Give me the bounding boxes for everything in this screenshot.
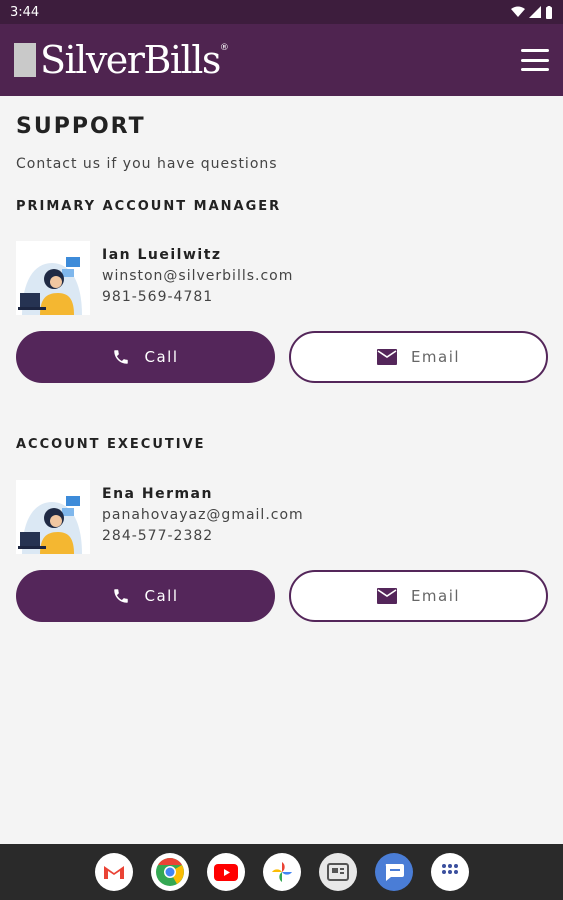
page-title: SUPPORT <box>16 114 146 139</box>
section-title-primary-account-manager: PRIMARY ACCOUNT MANAGER <box>16 199 282 214</box>
phone-icon <box>114 350 129 364</box>
chrome-icon[interactable] <box>150 853 189 891</box>
contact-card-primary-account-manager: Ian Lueilwitz winston@silverbills.com 98… <box>16 241 547 316</box>
contact-phone[interactable]: 981-569-4781 <box>102 289 293 305</box>
contact-info: Ian Lueilwitz winston@silverbills.com 98… <box>102 247 293 305</box>
photos-icon[interactable] <box>262 853 301 891</box>
logo-registered-mark: ® <box>219 43 229 53</box>
avatar <box>16 241 90 315</box>
contact-actions: Call Email <box>16 331 548 383</box>
logo-text: SilverBills <box>40 38 221 82</box>
mail-icon <box>376 588 397 604</box>
contact-email[interactable]: panahovayaz@gmail.com <box>102 507 304 523</box>
email-button[interactable]: Email <box>289 331 548 383</box>
news-icon[interactable] <box>318 853 357 891</box>
call-button-label: Call <box>144 348 179 366</box>
messages-icon[interactable] <box>374 853 413 891</box>
app-header: SilverBills ® <box>0 24 563 96</box>
support-page: SUPPORT Contact us if you have questions… <box>0 96 563 844</box>
email-button[interactable]: Email <box>289 570 548 622</box>
call-button[interactable]: Call <box>16 570 275 622</box>
call-button-label: Call <box>144 587 179 605</box>
wifi-icon <box>511 6 525 17</box>
app-dock <box>0 844 563 900</box>
contact-name: Ena Herman <box>102 486 213 502</box>
email-button-label: Email <box>410 587 461 605</box>
hamburger-menu-icon[interactable] <box>521 49 549 71</box>
battery-icon <box>546 5 552 19</box>
section-title-account-executive: ACCOUNT EXECUTIVE <box>16 437 206 452</box>
signal-icon <box>529 6 541 18</box>
status-time: 3:44 <box>10 4 40 20</box>
support-agent-illustration <box>16 480 90 554</box>
logo-mark <box>14 43 36 77</box>
silverbills-logo: SilverBills ® <box>14 41 229 79</box>
call-button[interactable]: Call <box>16 331 275 383</box>
contact-card-account-executive: Ena Herman panahovayaz@gmail.com 284-577… <box>16 480 547 555</box>
contact-email[interactable]: winston@silverbills.com <box>102 268 293 284</box>
gmail-icon[interactable] <box>94 853 133 891</box>
phone-icon <box>114 589 129 603</box>
contact-phone[interactable]: 284-577-2382 <box>102 528 304 544</box>
app-drawer-icon[interactable] <box>430 853 469 891</box>
support-agent-illustration <box>16 241 90 315</box>
status-bar: 3:44 <box>0 0 563 24</box>
status-icons <box>511 5 553 19</box>
contact-info: Ena Herman panahovayaz@gmail.com 284-577… <box>102 486 304 544</box>
avatar <box>16 480 90 554</box>
contact-name: Ian Lueilwitz <box>102 247 222 263</box>
page-subtitle: Contact us if you have questions <box>16 156 278 172</box>
email-button-label: Email <box>410 348 461 366</box>
contact-actions: Call Email <box>16 570 548 622</box>
youtube-icon[interactable] <box>206 853 245 891</box>
mail-icon <box>376 349 397 365</box>
